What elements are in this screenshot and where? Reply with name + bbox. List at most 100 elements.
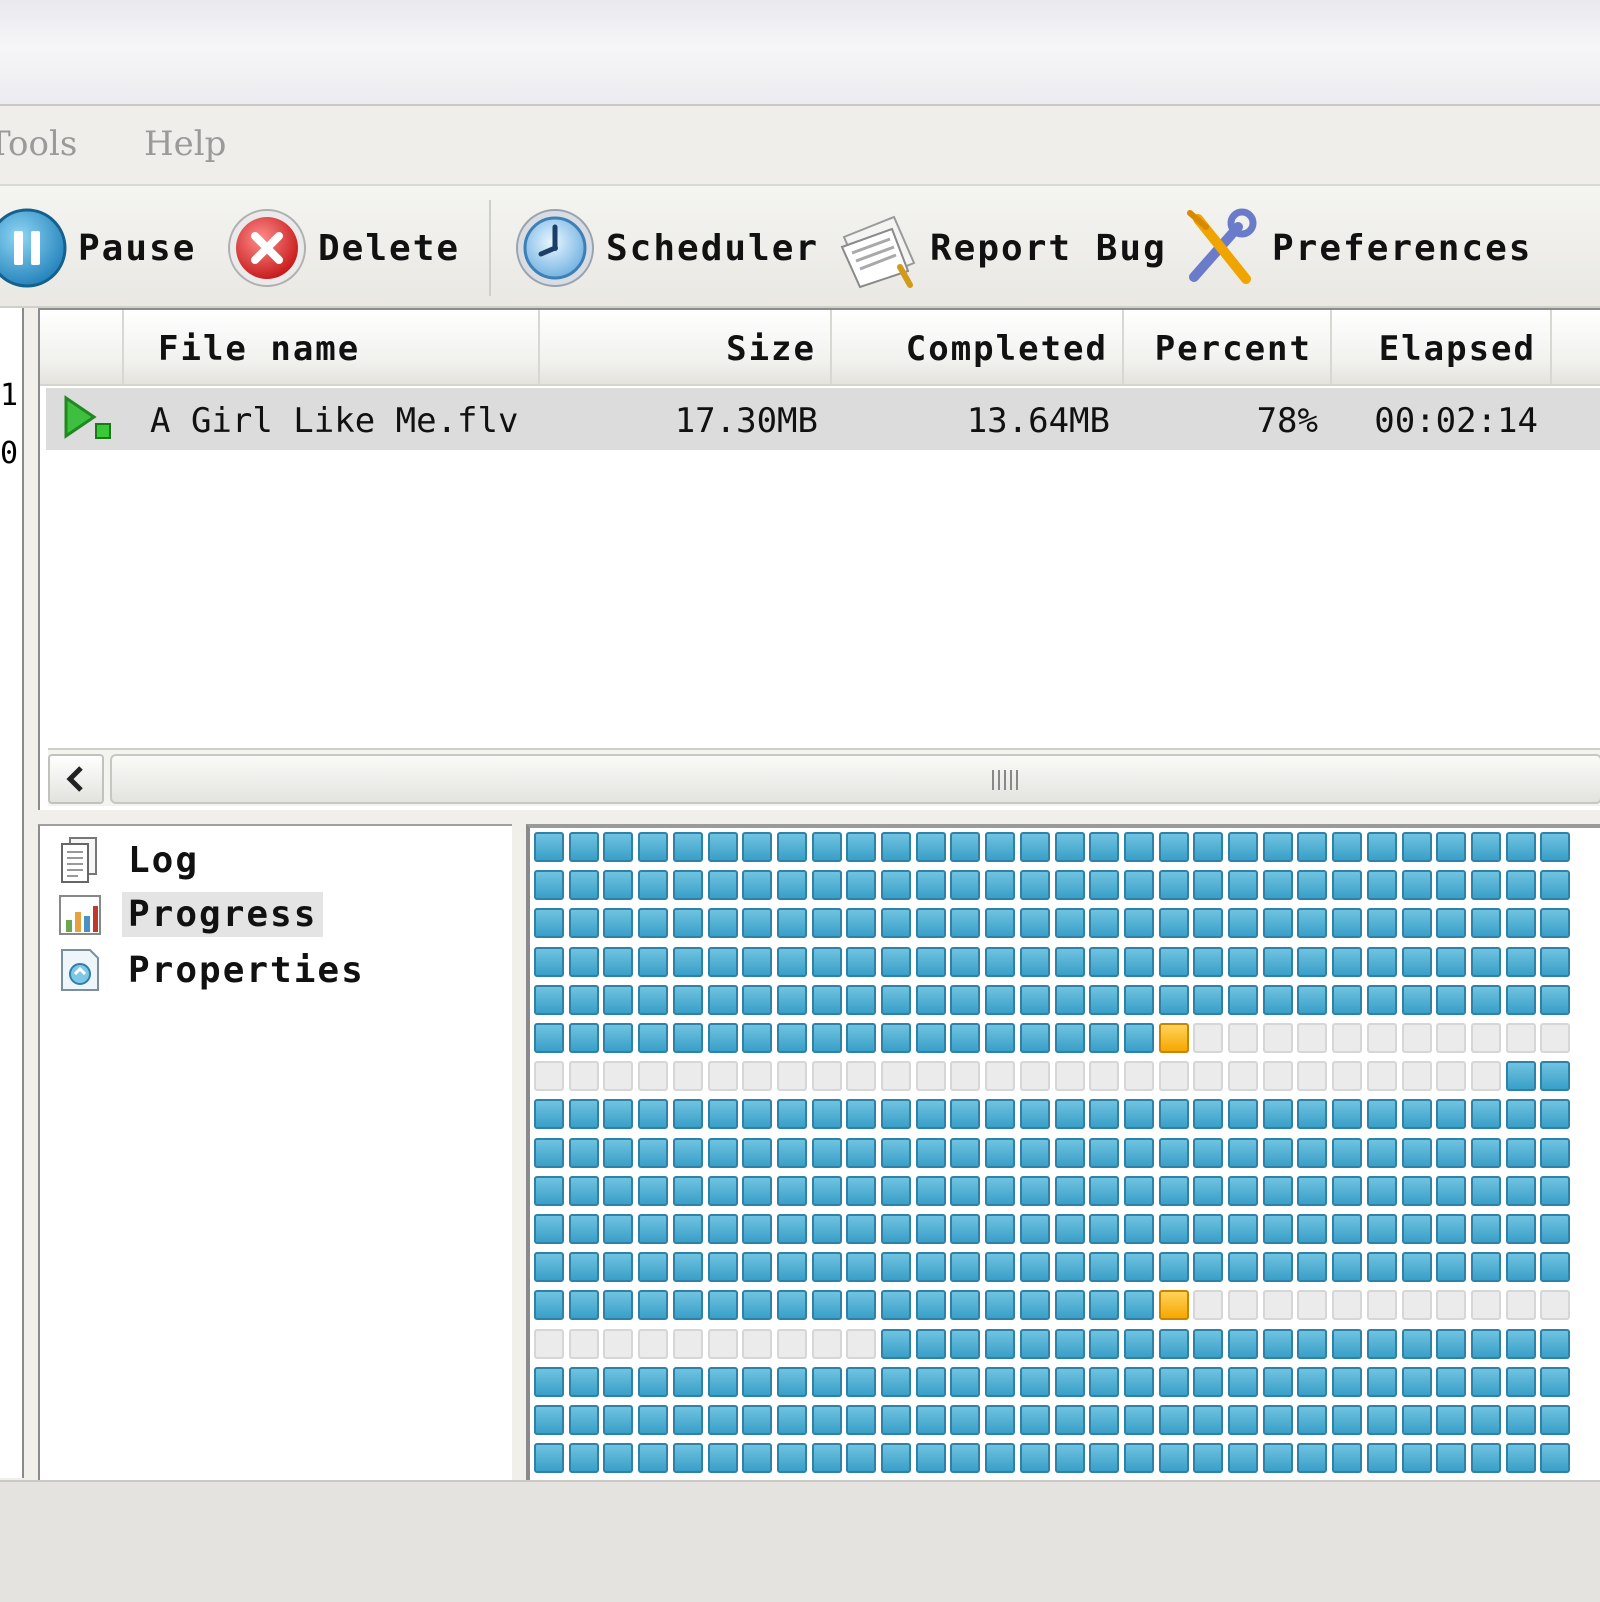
segment-done <box>1020 985 1050 1015</box>
column-header-file-name[interactable]: File name <box>124 310 540 384</box>
segment-done <box>985 1023 1015 1053</box>
nav-item-progress[interactable]: Progress <box>56 888 324 940</box>
segment-done <box>534 1405 564 1435</box>
category-glyph: 1 <box>0 378 19 413</box>
segment-done <box>1193 947 1223 977</box>
segment-done <box>603 870 633 900</box>
segment-done <box>569 908 599 938</box>
segment-done <box>1055 1023 1085 1053</box>
segment-done <box>1159 832 1189 862</box>
segment-done <box>812 1443 842 1473</box>
preferences-button[interactable]: Preferences <box>1180 206 1532 290</box>
column-header-size[interactable]: Size <box>540 310 832 384</box>
segment-done <box>1263 1099 1293 1129</box>
segment-done <box>569 1138 599 1168</box>
segment-done <box>534 832 564 862</box>
segment-done <box>1124 1252 1154 1282</box>
nav-item-properties[interactable]: Properties <box>56 944 371 996</box>
segment-done <box>1193 1176 1223 1206</box>
segment-done <box>1540 1099 1570 1129</box>
segment-done <box>812 908 842 938</box>
segment-done <box>1055 1367 1085 1397</box>
segment-done <box>1089 1367 1119 1397</box>
segment-done <box>916 1176 946 1206</box>
segment-done <box>1436 1405 1466 1435</box>
segment-done <box>1055 1099 1085 1129</box>
segment-pending <box>777 1329 807 1359</box>
segment-pending <box>742 1061 772 1091</box>
segment-done <box>1263 1329 1293 1359</box>
segment-done <box>1506 947 1536 977</box>
scheduler-button[interactable]: Scheduler <box>514 206 819 290</box>
segment-done <box>916 1367 946 1397</box>
segment-pending <box>1228 1023 1258 1053</box>
segment-pending <box>1263 1290 1293 1320</box>
segment-done <box>1367 1099 1397 1129</box>
menu-tools[interactable]: Tools <box>0 124 77 164</box>
segment-done <box>1263 908 1293 938</box>
segment-done <box>1193 832 1223 862</box>
segment-done <box>1020 1367 1050 1397</box>
segment-done <box>1089 908 1119 938</box>
segment-done <box>638 985 668 1015</box>
column-header-percent[interactable]: Percent <box>1124 310 1332 384</box>
pause-button[interactable]: Pause <box>0 206 196 290</box>
segment-done <box>1124 908 1154 938</box>
segment-done <box>812 1099 842 1129</box>
horizontal-scrollbar[interactable] <box>48 748 1600 806</box>
segment-done <box>1436 1099 1466 1129</box>
segment-done <box>1471 1405 1501 1435</box>
segment-done <box>916 1023 946 1053</box>
segment-done <box>1020 1252 1050 1282</box>
column-header-status[interactable] <box>40 310 124 384</box>
segment-done <box>1089 870 1119 900</box>
segment-done <box>1297 1329 1327 1359</box>
segment-done <box>638 1290 668 1320</box>
segment-done <box>1055 1138 1085 1168</box>
segment-done <box>603 1367 633 1397</box>
segment-done <box>1297 1138 1327 1168</box>
segment-pending <box>1055 1061 1085 1091</box>
column-header-completed[interactable]: Completed <box>832 310 1124 384</box>
scroll-left-button[interactable] <box>48 754 104 804</box>
segment-done <box>812 985 842 1015</box>
report-bug-label: Report Bug <box>930 227 1167 269</box>
segment-done <box>985 1214 1015 1244</box>
segment-done <box>1124 1290 1154 1320</box>
segment-done <box>777 1138 807 1168</box>
delete-icon <box>226 207 308 289</box>
segment-done <box>569 1023 599 1053</box>
segment-done <box>1297 870 1327 900</box>
delete-button[interactable]: Delete <box>226 206 460 290</box>
segment-done <box>1332 947 1362 977</box>
segment-done <box>777 870 807 900</box>
segment-done <box>1228 985 1258 1015</box>
segment-pending <box>569 1061 599 1091</box>
column-header-elapsed[interactable]: Elapsed <box>1332 310 1552 384</box>
segment-pending <box>1263 1061 1293 1091</box>
report-bug-button[interactable]: Report Bug <box>838 206 1167 290</box>
menu-help[interactable]: Help <box>144 124 226 164</box>
segment-done <box>638 1443 668 1473</box>
segment-done <box>777 1252 807 1282</box>
segment-done <box>777 985 807 1015</box>
segment-done <box>881 832 911 862</box>
segment-done <box>881 947 911 977</box>
table-row[interactable]: A Girl Like Me.flv 17.30MB 13.64MB 78% 0… <box>46 388 1600 450</box>
segment-done <box>1020 908 1050 938</box>
segment-pending <box>1297 1061 1327 1091</box>
segment-pending <box>1193 1023 1223 1053</box>
nav-item-log[interactable]: Log <box>56 834 205 886</box>
segment-done <box>1159 1329 1189 1359</box>
segment-done <box>1402 1138 1432 1168</box>
segment-pending <box>1506 1023 1536 1053</box>
segment-done <box>1055 1405 1085 1435</box>
pause-label: Pause <box>78 227 197 269</box>
scroll-thumb[interactable] <box>110 754 1600 804</box>
segment-done <box>950 1329 980 1359</box>
segment-done <box>846 908 876 938</box>
segment-pending <box>777 1061 807 1091</box>
segment-done <box>1193 1405 1223 1435</box>
segment-done <box>1402 1329 1432 1359</box>
segment-done <box>1089 1214 1119 1244</box>
